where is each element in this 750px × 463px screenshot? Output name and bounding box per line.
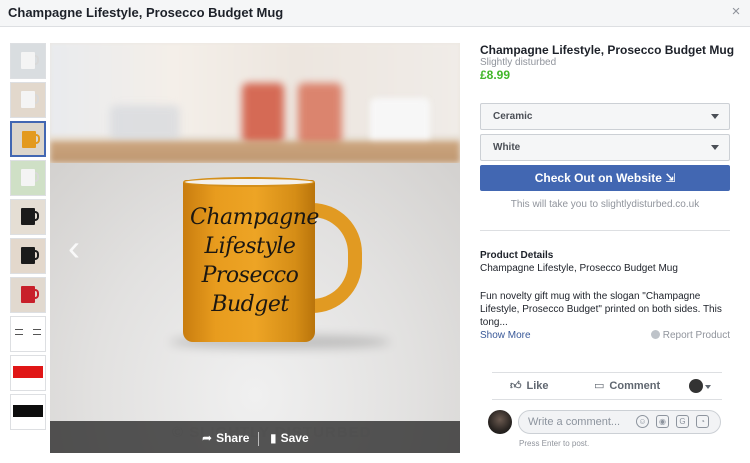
comment-button[interactable]: ▭ Comment	[594, 379, 660, 392]
user-avatar	[488, 410, 512, 434]
save-button[interactable]: ▮ Save	[270, 429, 309, 447]
material-select-value: Ceramic	[493, 111, 533, 122]
save-label: Save	[280, 431, 309, 445]
product-thumbnail[interactable]	[10, 238, 46, 274]
mug-slogan-line: Lifestyle	[204, 234, 296, 259]
share-button[interactable]: ➦ Share	[202, 429, 249, 447]
modal-header: Champagne Lifestyle, Prosecco Budget Mug…	[0, 0, 750, 27]
photo-background-object	[110, 105, 180, 141]
comment-label: Comment	[609, 380, 661, 392]
product-thumbnail[interactable]	[10, 277, 46, 313]
like-button[interactable]: 👍︎ Like	[510, 379, 549, 392]
thumbnail-print-text	[15, 329, 23, 335]
post-as-avatar[interactable]	[689, 379, 703, 393]
thumbnail-print	[13, 366, 43, 378]
product-details-heading: Product Details	[480, 250, 554, 261]
sticker-icon[interactable]: ◔	[696, 415, 709, 428]
thumbnail-print-text	[33, 329, 41, 335]
thumbnail-mug	[21, 208, 35, 225]
thumbnail-mug	[21, 247, 35, 264]
report-icon	[650, 330, 660, 339]
mug-rim	[183, 177, 315, 187]
reaction-bar: 👍︎ Like ▭ Comment	[492, 372, 722, 400]
product-details-name: Champagne Lifestyle, Prosecco Budget Mug	[480, 263, 678, 274]
color-select-value: White	[493, 142, 521, 153]
mug-slogan-line: Prosecco	[201, 263, 299, 288]
previous-photo-icon[interactable]: ‹	[62, 228, 86, 268]
photo-shelf	[50, 141, 460, 163]
chevron-down-icon	[711, 145, 719, 150]
product-thumbnail[interactable]	[10, 121, 46, 157]
product-thumbnail[interactable]	[10, 82, 46, 118]
report-label: Report Product	[662, 330, 730, 341]
product-thumbnail[interactable]	[10, 316, 46, 352]
comment-input[interactable]	[528, 415, 638, 429]
bookmark-icon: ▮	[270, 431, 277, 445]
emoji-icon[interactable]: ☺	[636, 415, 649, 428]
photo-background-object	[298, 83, 342, 145]
product-title: Champagne Lifestyle, Prosecco Budget Mug	[480, 43, 735, 57]
product-thumbnail[interactable]	[10, 199, 46, 235]
product-price: £8.99	[480, 68, 511, 82]
thumbnail-print	[13, 405, 43, 417]
share-icon: ➦	[202, 431, 213, 445]
thumbnail-mug	[21, 52, 35, 69]
comment-composer: ☺ ◉ G ◔	[518, 410, 721, 434]
thumbs-up-icon: 👍︎	[510, 380, 522, 392]
gif-icon[interactable]: G	[676, 415, 689, 428]
product-thumbnail[interactable]	[10, 394, 46, 430]
divider	[480, 230, 730, 231]
like-label: Like	[526, 380, 549, 392]
product-description: Fun novelty gift mug with the slogan "Ch…	[480, 291, 722, 328]
product-photo: Champagne Lifestyle Prosecco Budget ‹ › …	[50, 43, 460, 453]
mug-slogan-line: Champagne	[190, 205, 319, 230]
report-product-link[interactable]: Report Product	[650, 330, 730, 341]
seller-name[interactable]: Slightly disturbed	[480, 57, 556, 68]
product-thumbnail[interactable]	[10, 355, 46, 391]
chevron-down-icon[interactable]	[705, 385, 711, 389]
checkout-on-website-button[interactable]: Check Out on Website ⇲	[480, 165, 730, 191]
camera-icon[interactable]: ◉	[656, 415, 669, 428]
thumbnail-mug	[21, 169, 35, 186]
next-photo-icon[interactable]: ›	[422, 86, 460, 126]
mug-slogan-line: Budget	[211, 292, 289, 317]
close-icon[interactable]: ×	[728, 4, 744, 20]
product-thumbnail[interactable]	[10, 160, 46, 196]
speech-bubble-icon: ▭	[594, 380, 605, 392]
product-thumbnail[interactable]	[10, 43, 46, 79]
redirect-note: This will take you to slightlydisturbed.…	[510, 199, 700, 210]
chevron-down-icon	[711, 114, 719, 119]
mug-slogan: Champagne Lifestyle Prosecco Budget	[190, 203, 319, 319]
thumbnail-mug	[22, 131, 36, 148]
show-more-link[interactable]: Show More	[480, 330, 531, 341]
product-modal: Champagne Lifestyle, Prosecco Budget Mug…	[0, 0, 750, 463]
color-select[interactable]: White	[480, 134, 730, 161]
thumbnail-mug	[21, 91, 35, 108]
divider	[258, 432, 259, 446]
photo-background-object	[370, 98, 430, 146]
share-label: Share	[216, 431, 250, 445]
composer-hint: Press Enter to post.	[519, 439, 590, 448]
material-select[interactable]: Ceramic	[480, 103, 730, 130]
photo-background-object	[242, 83, 284, 143]
modal-title: Champagne Lifestyle, Prosecco Budget Mug	[8, 5, 284, 20]
thumbnail-mug	[21, 286, 35, 303]
